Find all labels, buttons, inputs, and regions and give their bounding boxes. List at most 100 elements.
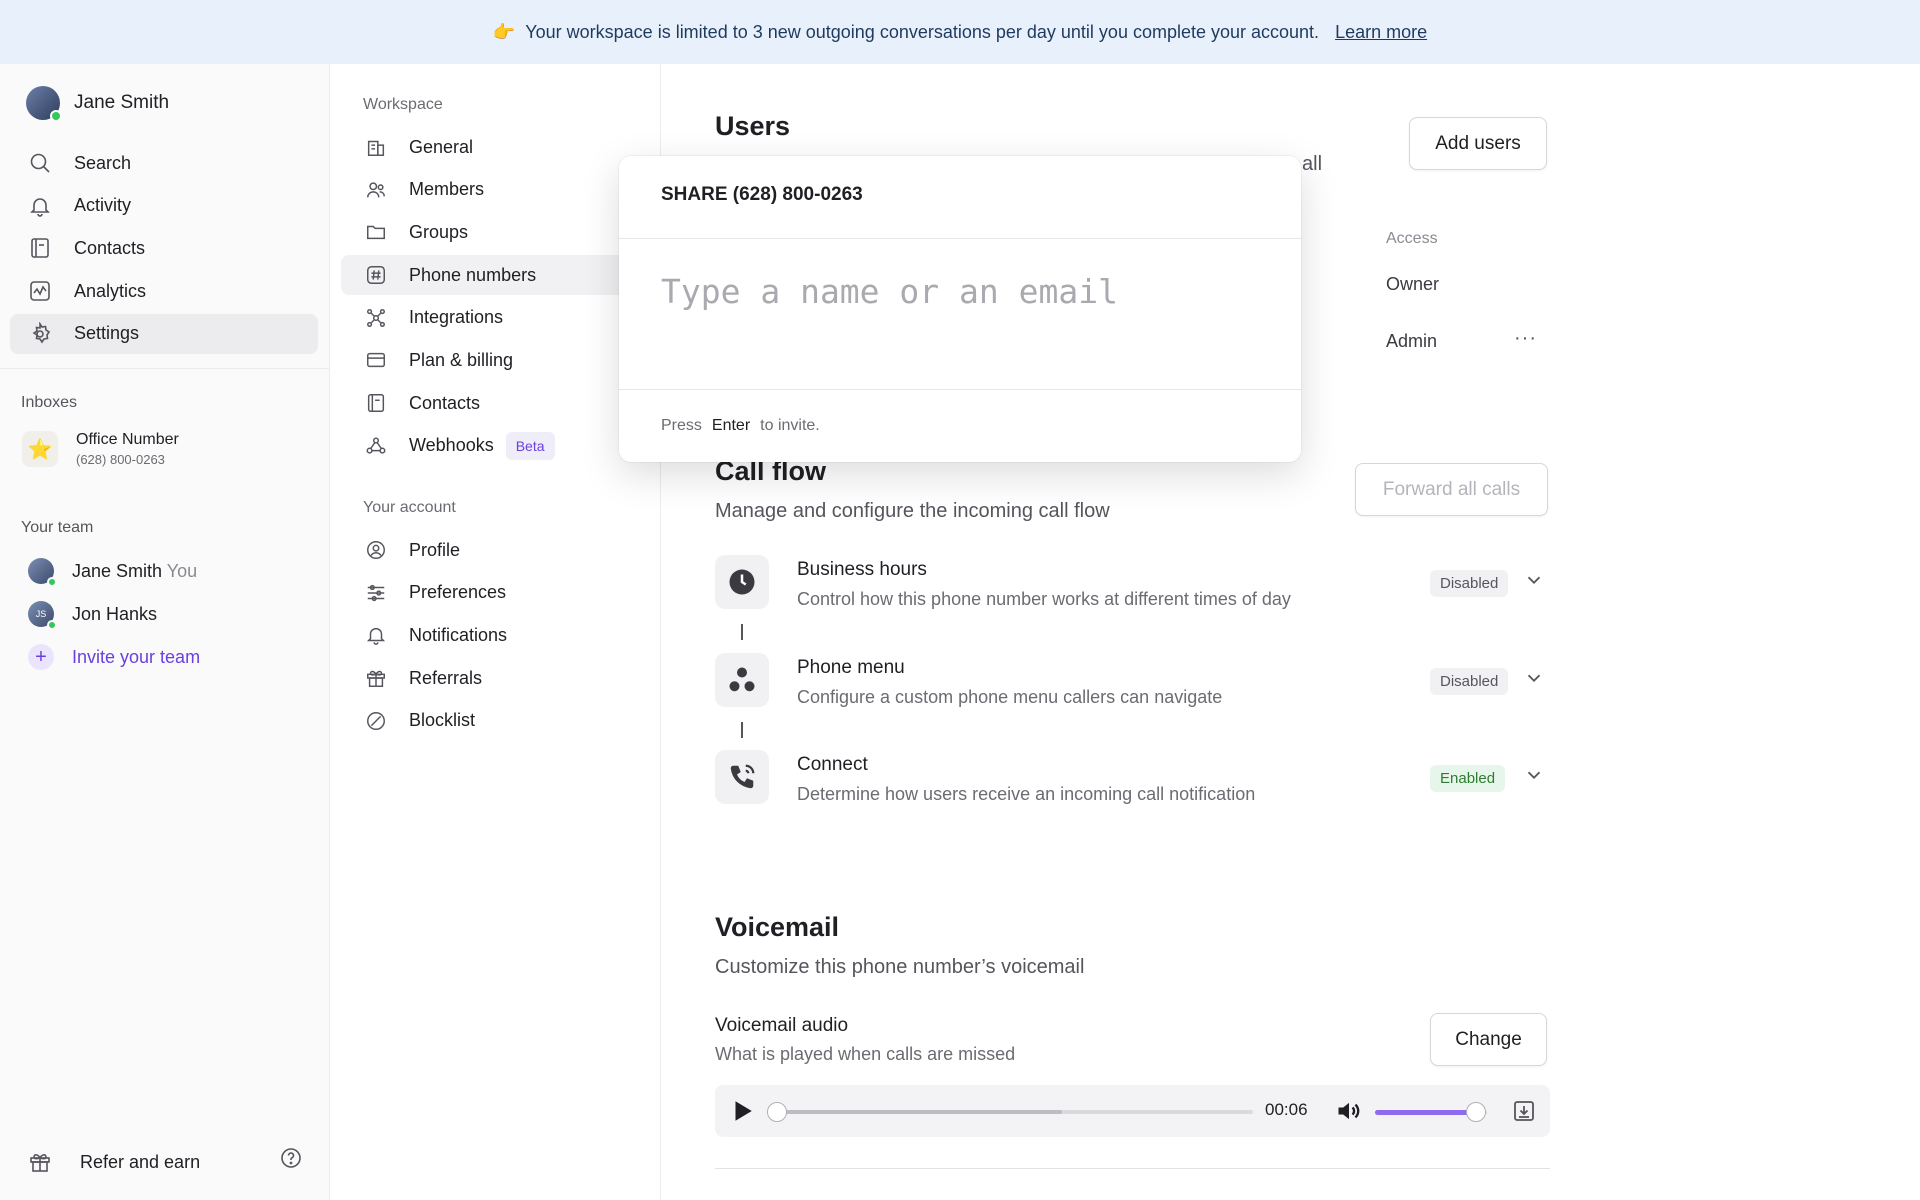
- settings-item-general[interactable]: General: [341, 127, 641, 167]
- left-sidebar: Jane Smith Search Activity Contacts Anal…: [0, 64, 330, 1200]
- beta-badge: Beta: [505, 431, 555, 460]
- nav-contacts[interactable]: Contacts: [10, 228, 318, 268]
- flow-step-business-hours[interactable]: Business hours Control how this phone nu…: [715, 555, 1550, 611]
- team-member-jane[interactable]: Jane Smith You: [28, 558, 198, 587]
- settings-item-contacts[interactable]: Contacts: [341, 383, 641, 423]
- online-status-dot: [47, 577, 57, 587]
- learn-more-link[interactable]: Learn more: [1335, 22, 1427, 43]
- settings-item-blocklist[interactable]: Blocklist: [341, 701, 641, 741]
- seek-handle[interactable]: [767, 1102, 787, 1122]
- chevron-down-icon[interactable]: [1523, 569, 1545, 591]
- contacts-icon: [367, 394, 385, 413]
- invite-team-button[interactable]: + Invite your team: [28, 644, 200, 670]
- avatar: [28, 558, 57, 587]
- settings-item-groups[interactable]: Groups: [341, 212, 641, 252]
- settings-item-members[interactable]: Members: [341, 170, 641, 210]
- volume-handle[interactable]: [1465, 1102, 1486, 1122]
- gear-icon: [32, 321, 51, 344]
- settings-item-label: General: [409, 136, 474, 157]
- flow-step-connect[interactable]: Connect Determine how users receive an i…: [715, 750, 1550, 806]
- modal-footer-hint: Press Enter to invite.: [661, 417, 820, 435]
- announcement-banner: 👉 Your workspace is limited to 3 new out…: [0, 0, 1920, 64]
- block-icon: [367, 711, 385, 730]
- change-voicemail-button[interactable]: Change: [1430, 1013, 1547, 1066]
- modal-divider: [619, 238, 1301, 239]
- settings-item-referrals[interactable]: Referrals: [341, 658, 641, 698]
- inbox-office-number[interactable]: ⭐ Office Number (628) 800-0263: [22, 431, 179, 467]
- modal-title: SHARE (628) 800-0263: [661, 184, 863, 205]
- settings-item-label: Phone numbers: [409, 264, 537, 285]
- hint-enter-key: Enter: [711, 417, 751, 434]
- account-menu: Profile Preferences Notifications Referr…: [341, 530, 641, 743]
- star-icon: ⭐: [22, 431, 58, 467]
- you-label: You: [166, 560, 198, 581]
- user-profile[interactable]: Jane Smith: [26, 86, 169, 122]
- avatar: JS: [28, 601, 57, 630]
- settings-item-integrations[interactable]: Integrations: [341, 298, 641, 338]
- settings-item-label: Plan & billing: [409, 349, 514, 370]
- webhook-icon: [366, 437, 386, 454]
- bell-icon: [30, 197, 50, 217]
- flow-step-phone-menu[interactable]: Phone menu Configure a custom phone menu…: [715, 653, 1550, 709]
- settings-item-phone-numbers[interactable]: Phone numbers: [341, 255, 641, 296]
- team-heading: Your team: [21, 519, 94, 536]
- settings-item-label: Referrals: [409, 667, 483, 688]
- invite-label: Invite your team: [72, 646, 201, 667]
- forward-all-calls-button[interactable]: Forward all calls: [1355, 463, 1548, 516]
- play-icon[interactable]: [729, 1098, 755, 1124]
- team-member-name: Jon Hanks: [72, 603, 158, 624]
- avatar: [26, 86, 62, 122]
- sliders-icon: [367, 584, 385, 601]
- chevron-down-icon[interactable]: [1523, 764, 1545, 786]
- flow-step-desc: Determine how users receive an incoming …: [797, 784, 1256, 804]
- team-member-jon[interactable]: JS Jon Hanks: [28, 601, 158, 630]
- banner-text: Your workspace is limited to 3 new outgo…: [525, 21, 1320, 42]
- hash-icon: [367, 266, 385, 285]
- settings-item-label: Preferences: [409, 582, 507, 603]
- settings-item-profile[interactable]: Profile: [341, 530, 641, 570]
- volume-slider[interactable]: [1375, 1102, 1487, 1122]
- help-icon: [281, 1148, 301, 1168]
- help-button[interactable]: [279, 1146, 303, 1175]
- nav-label: Contacts: [74, 237, 146, 258]
- flow-step-title: Phone menu: [797, 657, 905, 678]
- phone-ringing-icon: [715, 750, 769, 804]
- bell-icon: [366, 628, 386, 646]
- refer-and-earn-button[interactable]: Refer and earn: [28, 1150, 200, 1174]
- settings-item-webhooks[interactable]: Webhooks Beta: [341, 426, 641, 466]
- playback-time: 00:06: [1265, 1100, 1308, 1119]
- volume-icon[interactable]: [1335, 1097, 1363, 1125]
- settings-item-preferences[interactable]: Preferences: [341, 573, 641, 613]
- access-column-header: Access: [1386, 230, 1438, 247]
- hint-press: Press: [661, 417, 702, 434]
- nav-label: Activity: [74, 195, 132, 216]
- workspace-heading: Workspace: [363, 96, 443, 113]
- nav-search[interactable]: Search: [10, 143, 318, 183]
- users-subtitle-tail: all: [1302, 153, 1323, 175]
- nav-settings[interactable]: Settings: [10, 313, 318, 354]
- nav-label: Analytics: [74, 280, 147, 301]
- refer-label: Refer and earn: [80, 1151, 201, 1172]
- flow-connector: [741, 722, 743, 738]
- buffered-bar: [775, 1110, 1062, 1114]
- more-options-icon[interactable]: ···: [1514, 327, 1537, 350]
- audio-player: 00:06: [715, 1085, 1550, 1137]
- invite-input[interactable]: [661, 272, 1261, 311]
- download-icon[interactable]: [1512, 1099, 1536, 1123]
- flow-step-title: Connect: [797, 754, 868, 775]
- add-users-button[interactable]: Add users: [1409, 117, 1547, 170]
- flow-connector: [741, 624, 743, 640]
- status-badge: Enabled: [1430, 765, 1506, 792]
- seek-bar[interactable]: [767, 1102, 1253, 1122]
- nav-activity[interactable]: Activity: [10, 186, 318, 226]
- nav-analytics[interactable]: Analytics: [10, 271, 318, 311]
- voicemail-audio-title: Voicemail audio: [715, 1015, 849, 1036]
- settings-item-notifications[interactable]: Notifications: [341, 615, 641, 655]
- access-value-admin: Admin: [1386, 331, 1438, 351]
- settings-item-plan-billing[interactable]: Plan & billing: [341, 340, 641, 380]
- nav-label: Search: [74, 152, 132, 173]
- account-heading: Your account: [363, 499, 456, 516]
- plus-icon: +: [28, 644, 54, 670]
- flow-step-desc: Configure a custom phone menu callers ca…: [797, 687, 1223, 707]
- chevron-down-icon[interactable]: [1523, 667, 1545, 689]
